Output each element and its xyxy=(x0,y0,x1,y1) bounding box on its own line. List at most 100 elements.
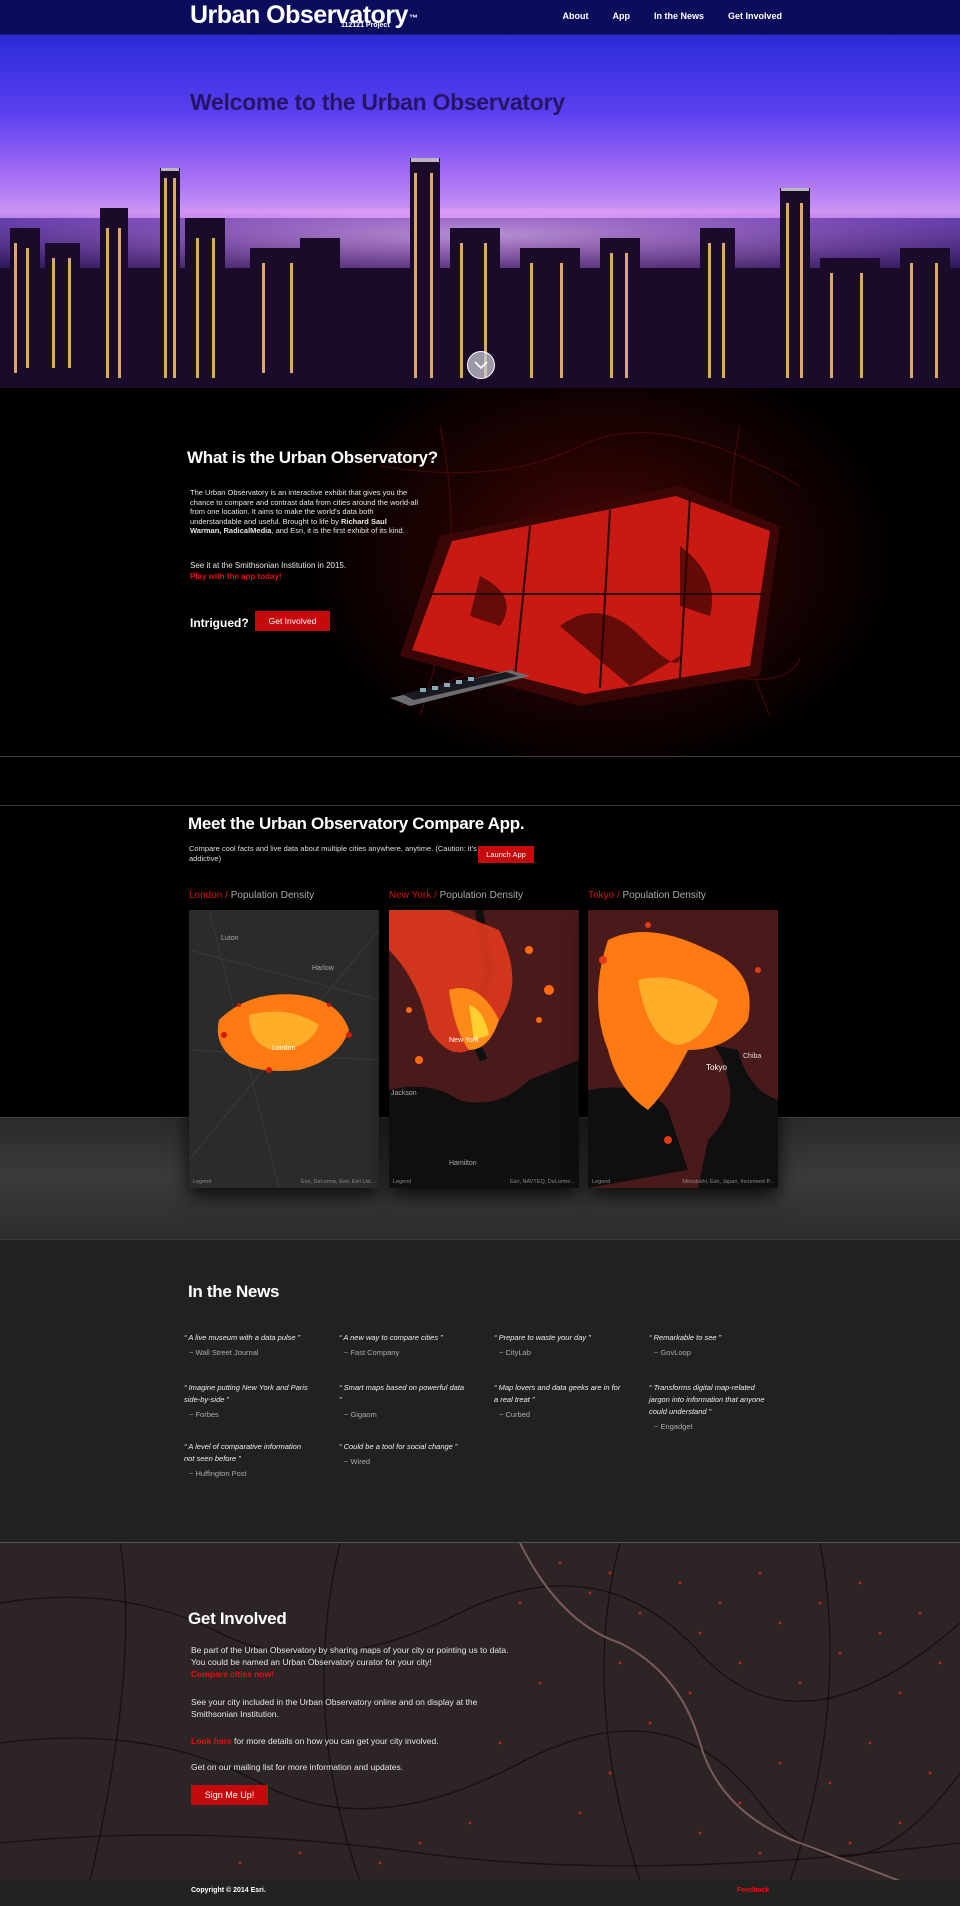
about-text-b: , and Esri, it is the first exhibit of i… xyxy=(271,526,405,536)
map-legend-tokyo[interactable]: Legend xyxy=(592,1179,610,1185)
nav-app[interactable]: App xyxy=(612,11,630,21)
copyright-text: Copyright © 2014 Esri. xyxy=(191,1887,266,1894)
nav-about[interactable]: About xyxy=(562,11,588,21)
place-luton: Luton xyxy=(221,935,239,942)
quote-source: ~ Curbed xyxy=(499,1410,531,1419)
map-city-new-york: New York xyxy=(389,890,432,901)
map-legend-london[interactable]: Legend xyxy=(193,1179,211,1185)
map-credit-london: Esri, DeLorme, Esri, Esri Ltd... xyxy=(301,1179,375,1185)
hero-banner: Welcome to the Urban Observatory xyxy=(0,35,960,388)
compare-description: Compare cool facts and live data about m… xyxy=(189,844,477,863)
quote-source: ~ GovLoop xyxy=(654,1348,691,1357)
quote-text: Map lovers and data geeks are in for a r… xyxy=(494,1383,621,1404)
news-quote: “ Imagine putting New York and Paris sid… xyxy=(184,1382,312,1421)
map-credit-tokyo: Mitsubishi, Esri, Japan, Increment P... xyxy=(682,1179,774,1185)
map-metric: Population Density xyxy=(622,890,706,901)
about-section: What is the Urban Observatory? The Urban… xyxy=(0,388,960,756)
news-quote: “ Prepare to waste your day ” ~ CityLab xyxy=(494,1332,622,1359)
place-chiba: Chiba xyxy=(743,1053,761,1060)
about-description: The Urban Observatory is an interactive … xyxy=(190,488,420,536)
get-involved-text-4: Get on our mailing list for more informa… xyxy=(191,1762,404,1772)
play-app-link[interactable]: Play with the app today! xyxy=(190,572,282,581)
map-tokyo[interactable]: Tokyo Chiba Legend Mitsubishi, Esri, Jap… xyxy=(588,910,778,1188)
place-harlow: Harlow xyxy=(312,965,335,972)
quote-source: ~ Wired xyxy=(344,1457,371,1466)
sign-me-up-button[interactable]: Sign Me Up! xyxy=(191,1785,268,1805)
news-quote: “ Smart maps based on powerful data ” ~ G… xyxy=(339,1382,467,1421)
new-york-density-map: New York Hamilton Jackson xyxy=(389,910,579,1188)
quote-text: Prepare to waste your day xyxy=(498,1333,587,1342)
intrigued-label: Intrigued? xyxy=(190,616,249,630)
trademark-symbol: ™ xyxy=(408,13,418,23)
news-quote: “ Could be a tool for social change ” ~ W… xyxy=(339,1441,467,1468)
get-involved-p1: Be part of the Urban Observatory by shar… xyxy=(191,1645,509,1667)
quote-text: A level of comparative information not s… xyxy=(184,1442,302,1463)
news-quote: “ A new way to compare cities ” ~ Fast Co… xyxy=(339,1332,467,1359)
get-involved-text-1: Be part of the Urban Observatory by shar… xyxy=(191,1644,511,1680)
get-involved-title: Get Involved xyxy=(188,1609,287,1628)
news-quote: “ A live museum with a data pulse ” ~ Wal… xyxy=(184,1332,312,1359)
quote-source: ~ Engadget xyxy=(654,1422,693,1431)
footer: Copyright © 2014 Esri. Feedback xyxy=(0,1880,960,1906)
top-nav-bar: Urban Observatory™ 112121 Project About … xyxy=(0,0,960,35)
quote-source: ~ Gigaom xyxy=(344,1410,377,1419)
about-title: What is the Urban Observatory? xyxy=(187,448,438,467)
exhibit-table-image xyxy=(380,426,800,716)
quote-source: ~ Fast Company xyxy=(344,1348,400,1357)
quote-source: ~ Wall Street Journal xyxy=(189,1348,259,1357)
get-involved-text-3: Look here for more details on how you ca… xyxy=(191,1735,511,1747)
map-legend-new-york[interactable]: Legend xyxy=(393,1179,411,1185)
map-metric: Population Density xyxy=(230,890,315,901)
page: Urban Observatory™ 112121 Project About … xyxy=(0,0,960,1906)
quote-text: Remarkable to see xyxy=(653,1333,717,1342)
logo-subtitle: 112121 Project xyxy=(341,22,390,29)
place-hamilton: Hamilton xyxy=(449,1160,477,1167)
chevron-down-icon xyxy=(474,360,488,369)
scroll-down-button[interactable] xyxy=(467,351,495,379)
get-involved-button[interactable]: Get Involved xyxy=(255,611,330,631)
quote-source: ~ Forbes xyxy=(189,1410,219,1419)
look-here-link[interactable]: Look here xyxy=(191,1736,232,1746)
map-sep: / xyxy=(222,890,231,901)
quote-text: Transforms digital map-related jargon in… xyxy=(649,1383,765,1416)
compare-app-section: Meet the Urban Observatory Compare App. … xyxy=(0,806,960,1239)
main-nav: About App In the News Get Involved xyxy=(562,11,782,21)
quote-text: Imagine putting New York and Paris side-… xyxy=(184,1383,308,1404)
map-sep: / xyxy=(431,890,440,901)
quote-text: Smart maps based on powerful data xyxy=(343,1383,465,1392)
map-label-tokyo: Tokyo / Population Density xyxy=(588,890,706,901)
map-label-london: London / Population Density xyxy=(189,890,314,901)
news-section: In the News “ A live museum with a data … xyxy=(0,1239,960,1542)
feedback-link[interactable]: Feedback xyxy=(737,1887,769,1894)
map-label-new-york: New York / Population Density xyxy=(389,890,523,901)
tokyo-density-map: Tokyo Chiba xyxy=(588,922,778,1188)
map-metric: Population Density xyxy=(439,890,523,901)
map-city-london: London xyxy=(189,890,223,901)
compare-cities-link[interactable]: Compare cities now! xyxy=(191,1669,274,1679)
get-involved-p3: for more details on how you can get your… xyxy=(231,1736,439,1746)
quote-text: A new way to compare cities xyxy=(343,1333,439,1342)
quote-text: A live museum with a data pulse xyxy=(188,1333,296,1342)
compare-title: Meet the Urban Observatory Compare App. xyxy=(188,814,525,833)
map-new-york[interactable]: New York Hamilton Jackson Legend Esri, N… xyxy=(389,910,579,1188)
nav-get-involved[interactable]: Get Involved xyxy=(728,11,782,21)
map-city-tokyo: Tokyo xyxy=(588,890,615,901)
news-title: In the News xyxy=(188,1282,280,1301)
smithsonian-text: See it at the Smithsonian Institution in… xyxy=(190,561,347,570)
map-credit-new-york: Esri, NAVTEQ, DeLorme... xyxy=(510,1179,575,1185)
map-london[interactable]: Luton Harlow London Legend Esri, DeLorme… xyxy=(189,910,379,1188)
place-london: London xyxy=(272,1045,295,1052)
quote-source: ~ Huffington Post xyxy=(189,1469,247,1478)
get-involved-section: Get Involved Be part of the Urban Observ… xyxy=(0,1542,960,1880)
news-quote: “ Map lovers and data geeks are in for a… xyxy=(494,1383,621,1419)
get-involved-text-2: See your city included in the Urban Obse… xyxy=(191,1697,478,1719)
launch-app-button[interactable]: Launch App xyxy=(478,846,534,863)
news-quote: “ A level of comparative information not… xyxy=(184,1441,312,1480)
quote-source: ~ CityLab xyxy=(499,1348,531,1357)
news-quote: “ Transforms digital map-related jargon … xyxy=(649,1382,777,1433)
nav-in-the-news[interactable]: In the News xyxy=(654,11,704,21)
section-divider xyxy=(0,756,960,806)
london-density-map: Luton Harlow London xyxy=(189,910,379,1188)
news-quote: “ Remarkable to see ” ~ GovLoop xyxy=(649,1332,777,1359)
hero-title: Welcome to the Urban Observatory xyxy=(190,89,565,115)
